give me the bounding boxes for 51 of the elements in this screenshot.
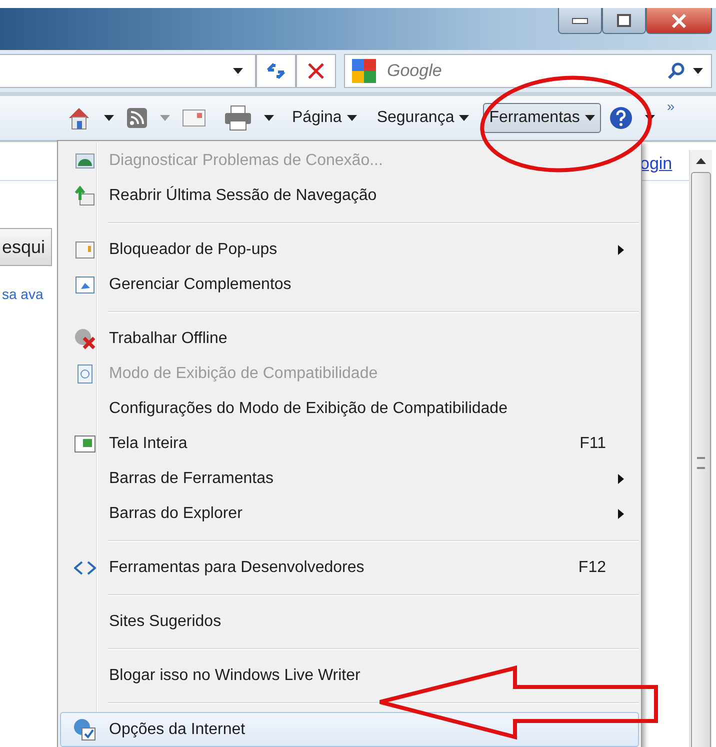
help-icon[interactable]	[608, 106, 633, 130]
toolbar-menu-button[interactable]: Página	[286, 103, 363, 133]
close-button[interactable]	[646, 8, 712, 34]
menu-item[interactable]: Trabalhar Offline	[60, 321, 639, 356]
stop-icon	[307, 62, 325, 80]
reopen-tab-icon	[75, 186, 95, 206]
caret-icon	[584, 115, 595, 121]
caret-icon	[459, 115, 470, 121]
menu-item[interactable]: Barras do Explorer	[60, 496, 639, 531]
menu-item[interactable]: Tela Inteira F11	[60, 426, 639, 461]
menu-item[interactable]: Barras de Ferramentas	[60, 461, 639, 496]
maximize-button[interactable]	[602, 8, 646, 34]
search-icon[interactable]	[667, 62, 685, 80]
mail-icon[interactable]	[182, 109, 206, 127]
menu-item[interactable]: Sites Sugeridos	[60, 604, 639, 639]
search-provider-icon	[351, 58, 377, 84]
document-icon	[77, 364, 93, 384]
code-arrow-icon	[74, 560, 96, 574]
page-link[interactable]: sa ava	[2, 286, 44, 302]
menu-item[interactable]: Opções da Internet	[60, 712, 639, 747]
menu-item[interactable]: Bloqueador de Pop-ups	[60, 232, 639, 267]
scrollbar[interactable]	[689, 150, 712, 747]
printer-icon[interactable]	[224, 105, 252, 131]
refresh-icon	[265, 61, 287, 81]
search-button[interactable]: esqui	[0, 228, 52, 266]
caret-icon	[233, 68, 243, 74]
toolbar-menu-button[interactable]: Segurança	[370, 103, 476, 133]
offline-icon	[74, 328, 96, 350]
caret-icon[interactable]	[264, 115, 274, 121]
toolbar-menu-button[interactable]: Ferramentas	[483, 103, 601, 133]
stop-button[interactable]	[296, 54, 336, 88]
search-input[interactable]: Google	[385, 60, 659, 82]
menu-item[interactable]: Reabrir Última Sessão de Navegação	[60, 178, 639, 213]
globe-checkmark-icon	[73, 718, 97, 742]
toolbar-overflow-button[interactable]: »	[666, 98, 675, 114]
minimize-button[interactable]	[558, 8, 602, 34]
scrollbar-thumb[interactable]	[691, 172, 711, 747]
menu-item[interactable]: Gerenciar Complementos	[60, 267, 639, 302]
caret-icon[interactable]	[104, 115, 114, 121]
caret-icon[interactable]	[693, 68, 703, 74]
address-field[interactable]	[0, 54, 256, 88]
menu-item[interactable]: Configurações do Modo de Exibição de Compatibilidade	[60, 391, 639, 426]
refresh-button[interactable]	[256, 54, 296, 88]
menu-item[interactable]: Blogar isso no Windows Live Writer	[60, 658, 639, 693]
close-icon	[670, 14, 688, 28]
network-icon	[75, 152, 95, 170]
feed-icon[interactable]	[126, 107, 148, 129]
scroll-up-arrow-icon[interactable]	[696, 158, 706, 164]
search-field[interactable]: Google	[344, 54, 712, 88]
caret-icon	[346, 115, 357, 121]
menu-item[interactable]: Ferramentas para Desenvolvedores F12	[60, 550, 639, 585]
